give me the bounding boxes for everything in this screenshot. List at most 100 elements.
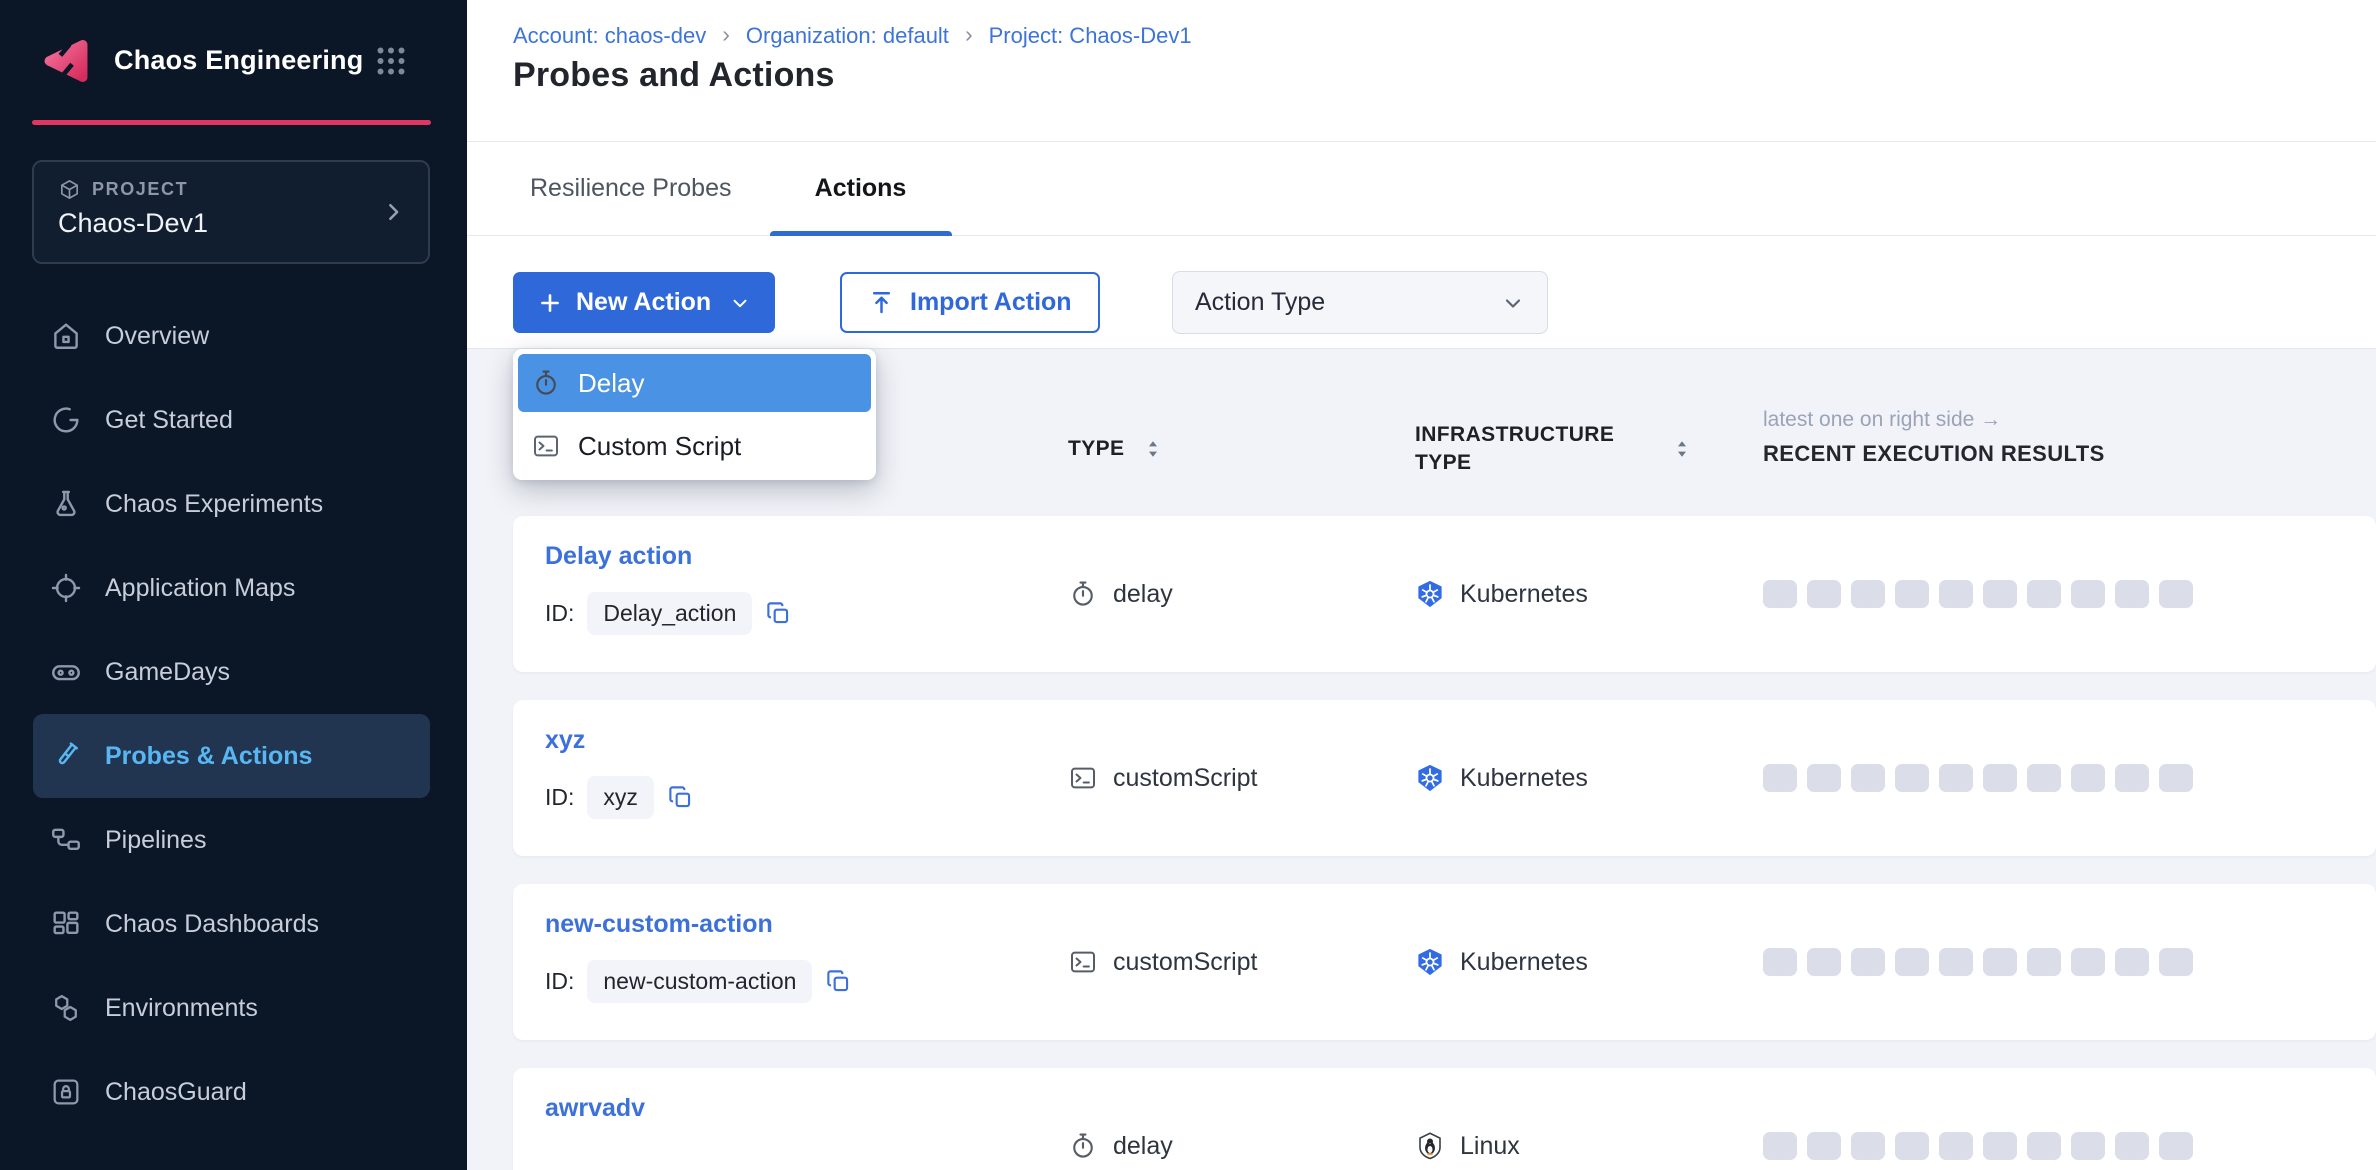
action-rows: Delay action ID: Delay_action delay Kube… — [513, 516, 2376, 1170]
action-name-link[interactable]: awrvadv — [545, 1094, 645, 1123]
action-id-row: ID: xyz — [545, 776, 694, 819]
action-row-delay-action: Delay action ID: Delay_action delay Kube… — [513, 516, 2376, 672]
sidebar-item-pipelines[interactable]: Pipelines — [33, 798, 430, 882]
execution-result-placeholder — [1851, 764, 1885, 792]
execution-result-placeholder — [1895, 764, 1929, 792]
execution-result-placeholder — [2159, 580, 2193, 608]
execution-result-placeholder — [2115, 580, 2149, 608]
tab-bar: Resilience Probes Actions — [467, 141, 2376, 236]
sidebar-item-overview[interactable]: Overview — [33, 294, 430, 378]
sidebar-item-icon — [49, 655, 83, 689]
execution-result-placeholder — [1895, 948, 1929, 976]
infrastructure-icon — [1415, 1131, 1445, 1161]
execution-result-placeholder — [1983, 1132, 2017, 1160]
action-type-cell: customScript — [1068, 700, 1257, 856]
action-type-icon — [1068, 1131, 1098, 1161]
import-action-button[interactable]: Import Action — [840, 272, 1100, 333]
sidebar-item-chaosguard[interactable]: ChaosGuard — [33, 1050, 430, 1134]
breadcrumb-item-account-chaos-dev: Account: chaos-dev › — [513, 22, 746, 49]
execution-result-placeholder — [1983, 948, 2017, 976]
sidebar-item-get-started[interactable]: Get Started — [33, 378, 430, 462]
sidebar-item-probes-actions[interactable]: Probes & Actions — [33, 714, 430, 798]
main-content: Account: chaos-dev › Organization: defau… — [467, 0, 2376, 1170]
execution-result-placeholder — [2071, 948, 2105, 976]
id-label: ID: — [545, 600, 574, 627]
recent-execution-results — [1763, 1132, 2193, 1160]
infrastructure-cell: Kubernetes — [1415, 516, 1588, 672]
execution-result-placeholder — [1939, 948, 1973, 976]
sidebar-item-application-maps[interactable]: Application Maps — [33, 546, 430, 630]
execution-result-placeholder — [2159, 1132, 2193, 1160]
execution-result-placeholder — [1807, 764, 1841, 792]
action-type-value: delay — [1113, 580, 1173, 609]
sidebar-item-label: Environments — [105, 994, 258, 1023]
module-switcher-grid-icon[interactable] — [373, 43, 409, 79]
execution-result-placeholder — [2115, 948, 2149, 976]
page-title: Probes and Actions — [513, 56, 835, 95]
results-header-note: latest one on right side → — [1763, 408, 2001, 432]
menu-item-custom-script[interactable]: Custom Script — [518, 417, 871, 475]
sort-icon[interactable] — [1141, 437, 1165, 461]
plus-icon — [537, 290, 563, 316]
action-id-chip: Delay_action — [587, 592, 752, 635]
chevron-right-icon — [381, 200, 406, 225]
recent-execution-results — [1763, 948, 2193, 976]
sidebar-item-icon — [49, 1075, 83, 1109]
tab-resilience-probes[interactable]: Resilience Probes — [520, 142, 742, 235]
action-id-chip: xyz — [587, 776, 654, 819]
tab-label: Resilience Probes — [530, 174, 732, 203]
copy-id-icon[interactable] — [667, 784, 694, 811]
sidebar-item-icon — [49, 571, 83, 605]
sidebar-nav: Overview Get Started Chaos Experiments A… — [0, 294, 467, 1134]
sidebar-item-label: Chaos Dashboards — [105, 910, 319, 939]
action-id-row: ID: new-custom-action — [545, 960, 852, 1003]
breadcrumb-link[interactable]: Project: Chaos-Dev1 — [989, 23, 1192, 49]
tab-label: Actions — [815, 174, 907, 203]
sort-icon[interactable] — [1670, 437, 1694, 461]
sidebar-item-icon — [49, 487, 83, 521]
action-name-link[interactable]: new-custom-action — [545, 910, 773, 939]
sidebar-item-label: Overview — [105, 322, 209, 351]
execution-result-placeholder — [1939, 1132, 1973, 1160]
type-header-label: TYPE — [1068, 437, 1124, 461]
action-type-filter-label: Action Type — [1195, 288, 1325, 317]
execution-result-placeholder — [1807, 1132, 1841, 1160]
action-name-link[interactable]: Delay action — [545, 542, 692, 571]
action-row-new-custom-action: new-custom-action ID: new-custom-action … — [513, 884, 2376, 1040]
new-action-button[interactable]: New Action — [513, 272, 775, 333]
sidebar-item-gamedays[interactable]: GameDays — [33, 630, 430, 714]
sidebar-item-environments[interactable]: Environments — [33, 966, 430, 1050]
sidebar-item-label: GameDays — [105, 658, 230, 687]
infrastructure-value: Linux — [1460, 1132, 1520, 1161]
copy-id-icon[interactable] — [765, 600, 792, 627]
breadcrumb-separator: › — [965, 21, 973, 48]
infrastructure-value: Kubernetes — [1460, 580, 1588, 609]
action-row-xyz: xyz ID: xyz customScript Kubernetes — [513, 700, 2376, 856]
action-type-value: customScript — [1113, 764, 1257, 793]
execution-result-placeholder — [2115, 1132, 2149, 1160]
action-id-row: ID: Delay_action — [545, 592, 792, 635]
sidebar-item-chaos-experiments[interactable]: Chaos Experiments — [33, 462, 430, 546]
tab-actions[interactable]: Actions — [770, 142, 952, 235]
sidebar-item-label: Chaos Experiments — [105, 490, 323, 519]
sidebar-item-chaos-dashboards[interactable]: Chaos Dashboards — [33, 882, 430, 966]
breadcrumb-item-organization-default: Organization: default › — [746, 22, 989, 49]
infrastructure-cell: Kubernetes — [1415, 700, 1588, 856]
menu-item-delay[interactable]: Delay — [518, 354, 871, 412]
action-type-cell: delay — [1068, 516, 1173, 672]
brand-divider — [32, 120, 431, 125]
sidebar-item-label: Get Started — [105, 406, 233, 435]
project-selector[interactable]: PROJECT Chaos-Dev1 — [32, 160, 430, 264]
infrastructure-value: Kubernetes — [1460, 764, 1588, 793]
sidebar: Chaos Engineering PROJECT Chaos-Dev1 Ove… — [0, 0, 467, 1170]
infrastructure-icon — [1415, 579, 1445, 609]
sidebar-item-icon — [49, 403, 83, 437]
copy-id-icon[interactable] — [825, 968, 852, 995]
execution-result-placeholder — [1939, 580, 1973, 608]
action-name-link[interactable]: xyz — [545, 726, 585, 755]
action-type-filter[interactable]: Action Type — [1172, 271, 1548, 334]
breadcrumb-link[interactable]: Organization: default — [746, 23, 949, 49]
breadcrumb-link[interactable]: Account: chaos-dev — [513, 23, 706, 49]
import-action-label: Import Action — [910, 288, 1072, 317]
recent-execution-results — [1763, 764, 2193, 792]
